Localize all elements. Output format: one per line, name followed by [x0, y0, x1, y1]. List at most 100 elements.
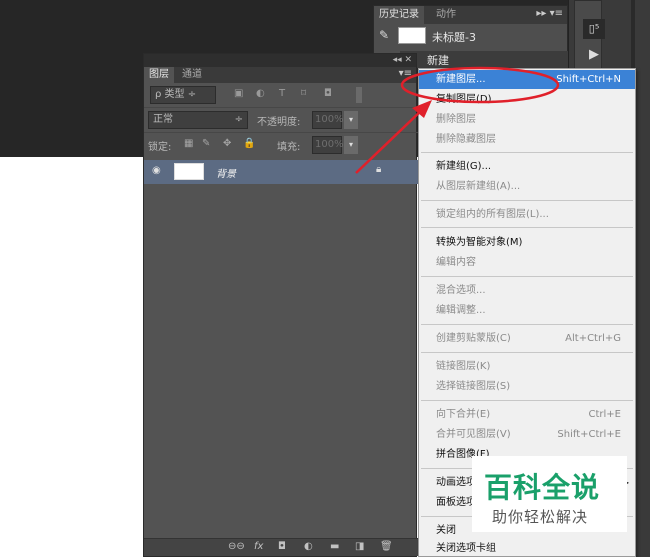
watermark-subtitle: 助你轻松解决 [492, 508, 589, 526]
menu-close-tab-group[interactable]: 关闭选项卡组 [419, 539, 635, 557]
tab-channels[interactable]: 通道 [177, 67, 207, 83]
menu-item-label: 编辑内容 [436, 257, 476, 268]
menu-separator [421, 400, 633, 401]
tab-history[interactable]: 历史记录 [374, 6, 424, 24]
collapse-close-icon[interactable]: ◂◂ ✕ [393, 54, 412, 67]
add-mask-icon[interactable]: ◘ [278, 541, 286, 552]
layers-tabs: 图层 通道 ▾≡ [144, 67, 416, 83]
menu-item-label: 删除图层 [436, 114, 476, 125]
menu-group-from-layers[interactable]: 从图层新建组(A)... [419, 177, 635, 196]
lock-transparent-icon[interactable]: ▦ [184, 138, 193, 149]
menu-create-clipping-mask[interactable]: 创建剪贴蒙版(C) Alt+Ctrl+G [419, 329, 635, 348]
lock-label: 锁定: [148, 142, 172, 153]
menu-item-label: 新建组(G)... [436, 161, 492, 172]
menu-edit-adjustment[interactable]: 编辑调整... [419, 301, 635, 320]
menu-item-label: 选择链接图层(S) [436, 381, 511, 392]
menu-item-label: 编辑调整... [436, 305, 486, 316]
menu-new-layer[interactable]: 新建图层... Shift+Ctrl+N [419, 70, 635, 89]
menu-blending-options[interactable]: 混合选项... [419, 281, 635, 300]
history-state-new[interactable]: 新建 [400, 51, 568, 68]
tab-actions[interactable]: 动作 [431, 6, 461, 24]
layers-bottom-toolbar: ⊖⊖ fx ◘ ◐ ▬ ◨ 🗑 [144, 538, 418, 556]
menu-separator [421, 352, 633, 353]
history-tabs: 历史记录 动作 ▸▸ ▾≡ [374, 6, 567, 24]
fill-field[interactable]: 100% [312, 136, 344, 154]
menu-item-label: 向下合并(E) [436, 409, 491, 420]
layer-filter-row: ρ 类型 ÷ ▣ ◐ T ⌑ ◘ [148, 86, 414, 106]
blend-mode-select[interactable]: 正常 ÷ [148, 111, 248, 129]
actions-dock-button[interactable]: ▶ [583, 45, 605, 65]
snapshot-thumbnail [398, 27, 426, 44]
smart-object-filter-icon[interactable]: ◘ [324, 88, 332, 99]
menu-item-label: 锁定组内的所有图层(L)... [436, 209, 549, 220]
panel-menu-icon[interactable]: ▸▸ ▾≡ [536, 8, 563, 19]
menu-separator [421, 324, 633, 325]
trash-icon[interactable]: 🗑 [380, 541, 393, 552]
type-filter-icon[interactable]: T [279, 88, 285, 99]
brush-icon: ✎ [379, 28, 390, 42]
menu-duplicate-layer[interactable]: 复制图层(D)... [419, 90, 635, 109]
menu-shortcut: Ctrl+E [588, 409, 622, 420]
menu-item-label: 链接图层(K) [436, 361, 491, 372]
menu-delete-layer[interactable]: 删除图层 [419, 110, 635, 129]
menu-merge-down[interactable]: 向下合并(E) Ctrl+E [419, 405, 635, 424]
menu-separator [421, 276, 633, 277]
menu-item-label: 合并可见图层(V) [436, 429, 511, 440]
new-layer-icon[interactable]: ◨ [355, 541, 364, 552]
fill-dropdown-icon[interactable]: ▾ [344, 136, 358, 154]
menu-item-label: 删除隐藏图层 [436, 134, 496, 145]
adjustment-layer-icon[interactable]: ◐ [304, 541, 313, 552]
layer-background[interactable]: ◉ 背景 🔒︎ [144, 160, 418, 184]
menu-item-label: 新建图层... [436, 74, 486, 85]
menu-item-label: 创建剪贴蒙版(C) [436, 333, 511, 344]
opacity-field[interactable]: 100% [312, 111, 344, 129]
blend-mode-value: 正常 [153, 114, 173, 125]
filter-kind-label: ρ 类型 [155, 89, 185, 100]
watermark-logo: 百科全说 助你轻松解决 [472, 456, 627, 532]
menu-shortcut: Shift+Ctrl+E [557, 429, 621, 440]
menu-lock-all-in-group[interactable]: 锁定组内的所有图层(L)... [419, 205, 635, 224]
shape-filter-icon[interactable]: ⌑ [301, 88, 306, 99]
link-layers-icon[interactable]: ⊖⊖ [228, 541, 245, 552]
lock-image-icon[interactable]: ✎ [202, 138, 210, 149]
history-panel: 历史记录 动作 ▸▸ ▾≡ ✎ 未标题-3 [373, 5, 568, 57]
menu-link-layers[interactable]: 链接图层(K) [419, 357, 635, 376]
layers-panel: ◂◂ ✕ 图层 通道 ▾≡ ρ 类型 ÷ ▣ ◐ T ⌑ ◘ 正常 ÷ 不透明度:… [143, 53, 418, 557]
fx-icon[interactable]: fx [254, 541, 263, 552]
dock-strip: ▯⁵ ▶ [574, 0, 605, 75]
opacity-dropdown-icon[interactable]: ▾ [344, 111, 358, 129]
blend-row: 正常 ÷ 不透明度: 100% ▾ [144, 107, 418, 131]
opacity-label: 不透明度: [257, 117, 301, 128]
menu-separator [421, 152, 633, 153]
lock-all-icon[interactable]: 🔒 [243, 138, 255, 149]
layer-thumbnail [174, 163, 204, 180]
filter-toggle[interactable] [356, 87, 362, 103]
pixel-filter-icon[interactable]: ▣ [234, 88, 243, 99]
menu-item-label: 关闭选项卡组 [436, 543, 496, 554]
history-snapshot-row[interactable]: ✎ 未标题-3 [374, 24, 567, 48]
layer-lock-icon: 🔒︎ [376, 164, 382, 175]
history-dock-button[interactable]: ▯⁵ [583, 19, 605, 39]
menu-convert-smart-object[interactable]: 转换为智能对象(M) [419, 233, 635, 252]
eye-icon[interactable]: ◉ [152, 165, 161, 176]
menu-edit-contents[interactable]: 编辑内容 [419, 253, 635, 272]
menu-delete-hidden-layers[interactable]: 删除隐藏图层 [419, 130, 635, 149]
menu-item-label: 动画选项 [436, 477, 476, 488]
filter-kind-select[interactable]: ρ 类型 ÷ [150, 86, 216, 104]
panel-titlebar: ◂◂ ✕ [144, 54, 416, 67]
menu-item-label: 转换为智能对象(M) [436, 237, 523, 248]
new-group-icon[interactable]: ▬ [330, 541, 339, 552]
menu-separator [421, 227, 633, 228]
tab-layers[interactable]: 图层 [144, 67, 174, 83]
adjustment-filter-icon[interactable]: ◐ [256, 88, 265, 99]
menu-select-linked-layers[interactable]: 选择链接图层(S) [419, 377, 635, 396]
layers-menu-icon[interactable]: ▾≡ [399, 68, 412, 79]
layer-name: 背景 [216, 169, 236, 180]
lock-row: 锁定: ▦ ✎ ✥ 🔒 填充: 100% ▾ [144, 132, 418, 156]
menu-separator [421, 200, 633, 201]
menu-new-group[interactable]: 新建组(G)... [419, 157, 635, 176]
menu-merge-visible[interactable]: 合并可见图层(V) Shift+Ctrl+E [419, 425, 635, 444]
watermark-title: 百科全说 [484, 471, 601, 504]
document-name: 未标题-3 [432, 31, 476, 44]
lock-position-icon[interactable]: ✥ [223, 138, 231, 149]
